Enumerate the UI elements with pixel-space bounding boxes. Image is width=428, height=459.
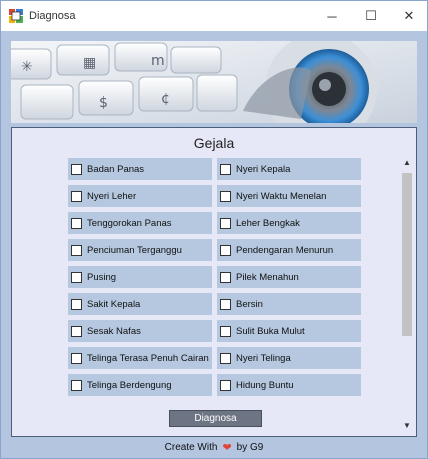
symptom-label: Penciuman Terganggu xyxy=(87,244,182,256)
symptom-checkbox-sesak-nafas[interactable]: Sesak Nafas xyxy=(68,320,212,342)
symptom-checkbox-badan-panas[interactable]: Badan Panas xyxy=(68,158,212,180)
symptom-checkbox-nyeri-leher[interactable]: Nyeri Leher xyxy=(68,185,212,207)
checkbox[interactable] xyxy=(220,217,231,229)
symptom-label: Nyeri Kepala xyxy=(236,163,291,175)
checkbox[interactable] xyxy=(71,298,82,310)
symptom-checkbox-tenggorokan-panas[interactable]: Tenggorokan Panas xyxy=(68,212,212,234)
checkbox[interactable] xyxy=(220,298,231,310)
close-button[interactable]: ✕ xyxy=(390,1,428,31)
checkbox[interactable] xyxy=(71,163,82,175)
symptom-label: Leher Bengkak xyxy=(236,217,300,229)
symptom-checkbox-pilek-menahun[interactable]: Pilek Menahun xyxy=(217,266,361,288)
checkbox[interactable] xyxy=(220,244,231,256)
panel-title: Gejala xyxy=(193,135,235,151)
symptom-label: Sesak Nafas xyxy=(87,325,141,337)
checkbox[interactable] xyxy=(71,190,82,202)
symptom-label: Badan Panas xyxy=(87,163,145,175)
checkbox[interactable] xyxy=(220,352,231,364)
symptom-checkbox-nyeri-kepala[interactable]: Nyeri Kepala xyxy=(217,158,361,180)
symptom-label: Telinga Berdengung xyxy=(87,379,172,391)
app-window: Diagnosa ─ ☐ ✕ ✳ ▦ m $ ¢ Gejala Badan Pa… xyxy=(0,0,428,459)
symptom-label: Tenggorokan Panas xyxy=(87,217,172,229)
symptom-checkbox-penciuman-terganggu[interactable]: Penciuman Terganggu xyxy=(68,239,212,261)
symptom-label: Sulit Buka Mulut xyxy=(236,325,305,337)
symptom-checkbox-telinga-berdengung[interactable]: Telinga Berdengung xyxy=(68,374,212,396)
symptom-label: Nyeri Leher xyxy=(87,190,137,202)
symptom-checkbox-telinga-terasa-penuh-cairan[interactable]: Telinga Terasa Penuh Cairan xyxy=(68,347,212,369)
keyboard-speaker-banner-image: ✳ ▦ m $ ¢ xyxy=(11,41,417,123)
symptom-checkbox-bersin[interactable]: Bersin xyxy=(217,293,361,315)
checkbox[interactable] xyxy=(71,379,82,391)
symptom-checkbox-leher-bengkak[interactable]: Leher Bengkak xyxy=(217,212,361,234)
scroll-thumb[interactable] xyxy=(402,173,412,336)
symptom-checkbox-pusing[interactable]: Pusing xyxy=(68,266,212,288)
symptom-checkbox-sakit-kepala[interactable]: Sakit Kepala xyxy=(68,293,212,315)
checkbox[interactable] xyxy=(71,271,82,283)
symptom-label: Pusing xyxy=(87,271,117,283)
checkbox[interactable] xyxy=(220,163,231,175)
scroll-down-arrow-icon[interactable]: ▼ xyxy=(400,418,414,432)
symptom-checkbox-nyeri-telinga[interactable]: Nyeri Telinga xyxy=(217,347,361,369)
footer-prefix: Create With xyxy=(164,441,218,453)
title-bar[interactable]: Diagnosa ─ ☐ ✕ xyxy=(1,1,427,31)
footer-suffix: by G9 xyxy=(236,441,264,453)
checkbox[interactable] xyxy=(220,325,231,337)
symptom-label: Nyeri Telinga xyxy=(236,352,291,364)
heart-icon: ❤ xyxy=(222,441,232,454)
symptom-checkbox-pendengaran-menurun[interactable]: Pendengaran Menurun xyxy=(217,239,361,261)
checkbox[interactable] xyxy=(71,352,82,364)
svg-text:¢: ¢ xyxy=(161,91,170,107)
checkbox[interactable] xyxy=(71,325,82,337)
symptom-label: Hidung Buntu xyxy=(236,379,294,391)
checkbox[interactable] xyxy=(220,379,231,391)
minimize-button[interactable]: ─ xyxy=(313,1,351,31)
checkbox[interactable] xyxy=(71,244,82,256)
checkbox[interactable] xyxy=(71,217,82,229)
svg-text:m: m xyxy=(151,53,165,69)
app-icon xyxy=(9,9,23,23)
checkbox[interactable] xyxy=(220,271,231,283)
svg-text:$: $ xyxy=(99,95,108,111)
scroll-up-arrow-icon[interactable]: ▲ xyxy=(400,155,414,169)
svg-text:✳: ✳ xyxy=(21,59,33,75)
symptom-label: Nyeri Waktu Menelan xyxy=(236,190,327,202)
symptom-panel: Gejala Badan Panas Nyeri Leher Tenggorok… xyxy=(11,127,417,437)
svg-text:▦: ▦ xyxy=(83,55,96,71)
checkbox[interactable] xyxy=(220,190,231,202)
symptom-checkbox-sulit-buka-mulut[interactable]: Sulit Buka Mulut xyxy=(217,320,361,342)
footer: Create With ❤ by G9 xyxy=(1,439,427,455)
diagnosa-button[interactable]: Diagnosa xyxy=(169,410,262,427)
symptom-checkbox-hidung-buntu[interactable]: Hidung Buntu xyxy=(217,374,361,396)
symptom-label: Sakit Kepala xyxy=(87,298,141,310)
symptom-label: Pilek Menahun xyxy=(236,271,299,283)
symptom-label: Pendengaran Menurun xyxy=(236,244,334,256)
window-title: Diagnosa xyxy=(29,10,76,22)
maximize-button[interactable]: ☐ xyxy=(352,1,390,31)
symptom-checkbox-nyeri-waktu-menelan[interactable]: Nyeri Waktu Menelan xyxy=(217,185,361,207)
symptom-label: Telinga Terasa Penuh Cairan xyxy=(87,352,209,364)
vertical-scrollbar[interactable]: ▲ ▼ xyxy=(400,155,414,434)
symptom-label: Bersin xyxy=(236,298,263,310)
